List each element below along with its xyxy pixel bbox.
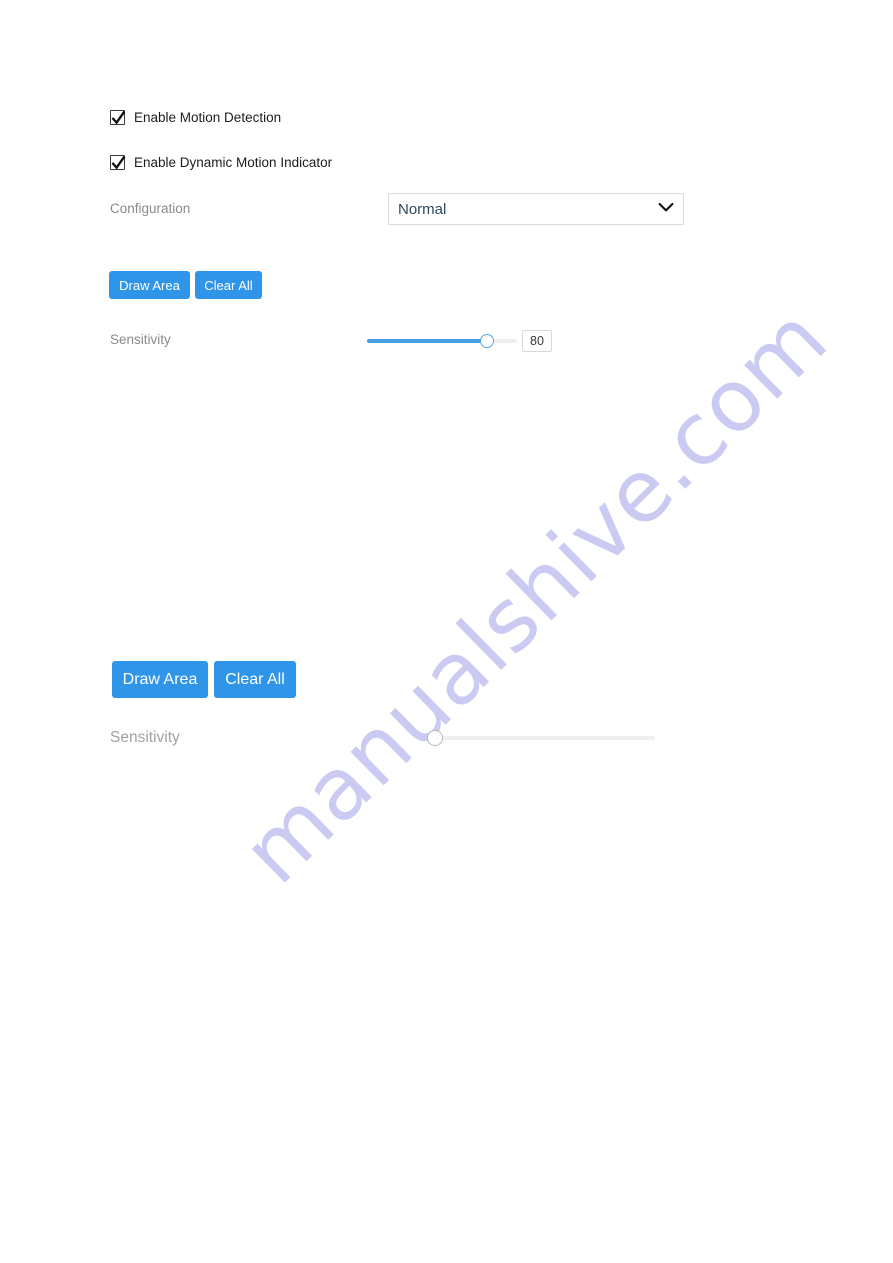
- checkmark-icon: [111, 110, 126, 125]
- sensitivity-label-primary: Sensitivity: [110, 332, 171, 347]
- slider-track-secondary[interactable]: [435, 736, 655, 740]
- configuration-select[interactable]: Normal: [388, 193, 684, 225]
- clear-all-button-primary[interactable]: Clear All: [195, 271, 262, 299]
- slider-fill-primary: [367, 339, 487, 343]
- sensitivity-slider-secondary[interactable]: [427, 730, 655, 746]
- configuration-label: Configuration: [110, 201, 191, 216]
- sensitivity-label-secondary: Sensitivity: [110, 729, 180, 746]
- draw-area-button-primary[interactable]: Draw Area: [109, 271, 190, 299]
- sensitivity-slider-primary[interactable]: [367, 334, 517, 348]
- draw-area-button-secondary[interactable]: Draw Area: [112, 661, 208, 698]
- enable-dynamic-motion-indicator-checkbox[interactable]: [110, 155, 126, 170]
- clear-all-button-secondary[interactable]: Clear All: [214, 661, 296, 698]
- enable-motion-detection-row[interactable]: Enable Motion Detection: [110, 110, 281, 125]
- enable-dynamic-motion-indicator-row[interactable]: Enable Dynamic Motion Indicator: [110, 155, 332, 170]
- enable-dynamic-motion-indicator-label: Enable Dynamic Motion Indicator: [134, 154, 333, 170]
- motion-detection-settings-page: Enable Motion Detection Enable Dynamic M…: [0, 0, 893, 1263]
- checkmark-icon: [111, 155, 126, 170]
- chevron-down-icon: [658, 200, 674, 218]
- slider-handle-secondary[interactable]: [427, 730, 443, 746]
- sensitivity-value-primary[interactable]: 80: [522, 330, 552, 352]
- slider-handle-primary[interactable]: [480, 334, 494, 348]
- enable-motion-detection-checkbox[interactable]: [110, 110, 126, 125]
- enable-motion-detection-label: Enable Motion Detection: [134, 109, 282, 125]
- configuration-select-value: Normal: [398, 200, 447, 218]
